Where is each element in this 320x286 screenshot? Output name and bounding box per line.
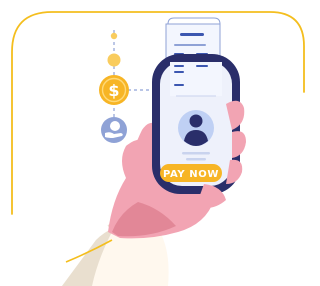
coin-dot-medium: [107, 53, 121, 67]
user-avatar-icon: [178, 110, 214, 146]
hand-coin-icon: [101, 117, 127, 143]
dollar-coin-icon: $: [99, 75, 129, 105]
payment-illustration: $ $: [11, 11, 305, 286]
pay-now-label: PAY NOW: [163, 169, 219, 180]
pay-now-button[interactable]: PAY NOW: [160, 164, 222, 182]
coin-dot-small: [110, 32, 118, 40]
dollar-symbol: $: [108, 81, 119, 100]
